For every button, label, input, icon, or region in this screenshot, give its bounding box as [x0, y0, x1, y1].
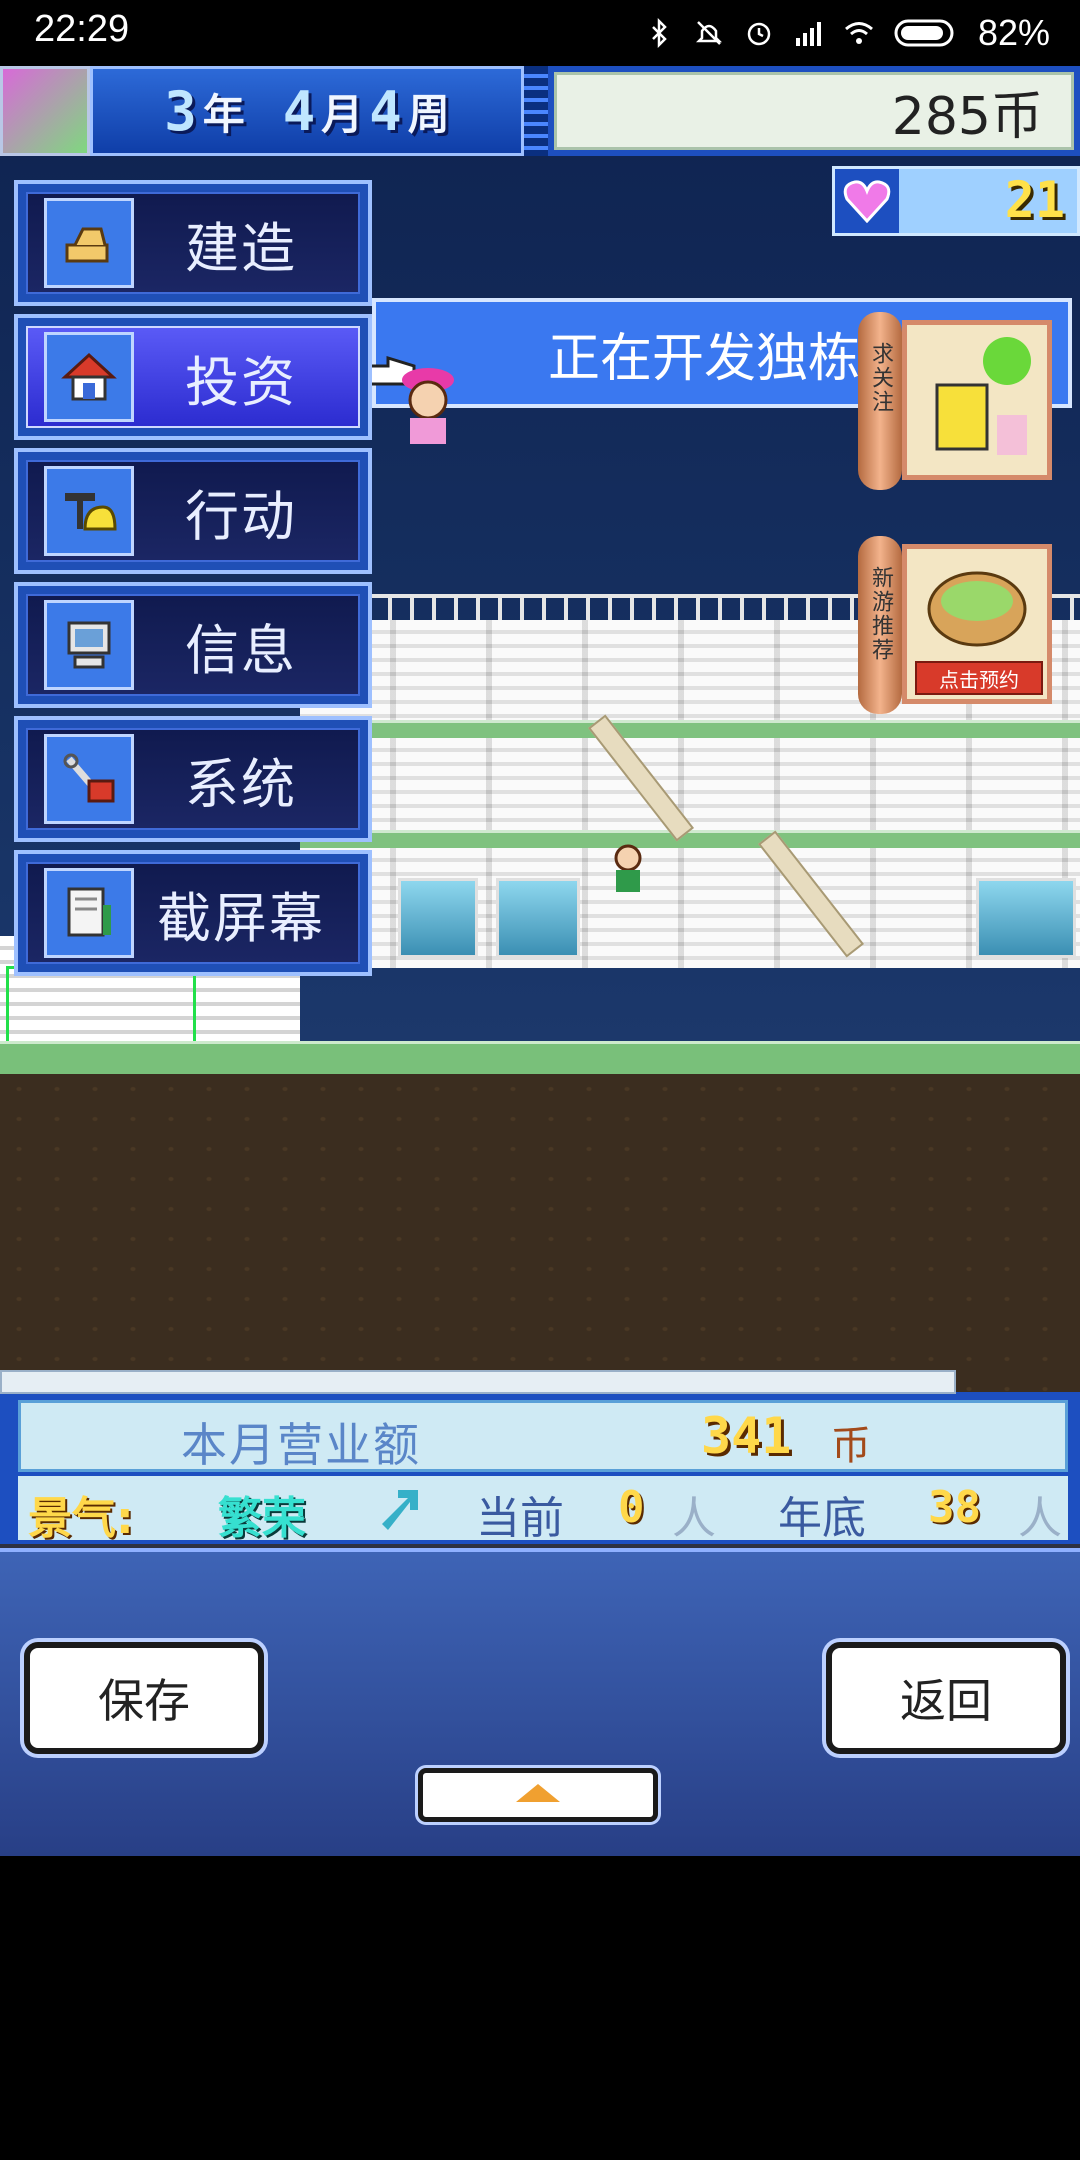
- avatar[interactable]: [0, 66, 90, 156]
- menu-build[interactable]: 建造: [14, 180, 372, 306]
- monthly-revenue-unit: 币: [831, 1423, 871, 1469]
- hearts-count: 21: [1004, 171, 1065, 229]
- scroll-roll: 求关注: [858, 312, 902, 490]
- new-game-ad[interactable]: 点击预约 新游推荐: [858, 536, 1054, 714]
- year-end-unit: 人: [1018, 1493, 1062, 1544]
- expand-button[interactable]: [418, 1768, 658, 1822]
- money-value: 285币: [554, 72, 1074, 150]
- follow-ad[interactable]: 求关注: [858, 312, 1054, 490]
- ground-strip: [0, 1041, 1080, 1074]
- glass-door: [496, 878, 580, 958]
- menu-label: 信息: [185, 618, 297, 682]
- glass-door: [398, 878, 478, 958]
- back-button[interactable]: 返回: [826, 1642, 1066, 1754]
- floor-2[interactable]: [300, 738, 1080, 830]
- character-sprite: [396, 366, 460, 446]
- menu-invest[interactable]: 投资: [14, 314, 372, 440]
- menu-info[interactable]: 信息: [14, 582, 372, 708]
- month-number: 4: [282, 79, 316, 143]
- mute-icon: [694, 18, 724, 48]
- ad-image: [902, 320, 1052, 480]
- monthly-revenue-value: 341: [701, 1407, 792, 1465]
- year-number: 3: [164, 79, 197, 143]
- glass-door: [976, 878, 1076, 958]
- current-label: 当前: [476, 1493, 564, 1544]
- hearts-display: 21: [832, 166, 1080, 236]
- computer-icon: [44, 600, 134, 690]
- hardhat-icon: [44, 466, 134, 556]
- wifi-icon: [844, 18, 874, 48]
- scroll-label: 求关注: [868, 342, 893, 414]
- mood-value: 繁荣: [218, 1493, 306, 1544]
- menu-label: 投资: [185, 350, 297, 414]
- current-unit: 人: [672, 1493, 716, 1544]
- month-unit: 月: [321, 89, 364, 139]
- selection-frame: [6, 966, 196, 1046]
- status-bar: 22:29 82%: [0, 0, 1080, 66]
- chevron-up-icon: [514, 1782, 562, 1808]
- economy-row: 景气: 繁荣 当前 0 人 年底 38 人: [18, 1476, 1068, 1544]
- menu-system[interactable]: 系统: [14, 716, 372, 842]
- reserve-label: 点击预约: [939, 667, 1019, 692]
- menu-label: 系统: [185, 752, 297, 816]
- build-icon: [44, 198, 134, 288]
- bottom-bar: 保存 返回: [0, 1548, 1080, 1856]
- battery-percent: 82%: [977, 12, 1050, 53]
- current-value: 0: [618, 1482, 645, 1533]
- monthly-revenue-row: 本月营业额 341 币: [18, 1400, 1068, 1472]
- menu-label: 截屏幕: [157, 886, 325, 950]
- info-tab: [0, 1370, 956, 1394]
- menu-label: 建造: [185, 216, 297, 280]
- info-panel: 本月营业额 341 币 景气: 繁荣 当前 0 人 年底 38 人: [0, 1370, 1080, 1544]
- monthly-revenue-label: 本月营业额: [181, 1418, 421, 1472]
- year-end-label: 年底: [778, 1493, 866, 1544]
- menu-label: 行动: [185, 484, 297, 548]
- week-unit: 周: [407, 89, 450, 139]
- scroll-label: 新游推荐: [868, 566, 893, 662]
- trend-up-icon: [374, 1482, 424, 1543]
- bluetooth-icon: [644, 17, 674, 49]
- alarm-icon: [744, 18, 774, 48]
- year-unit: 年: [202, 89, 245, 139]
- hud-divider: [524, 66, 548, 156]
- year-end-value: 38: [928, 1482, 981, 1533]
- reserve-button[interactable]: 点击预约: [915, 661, 1043, 695]
- worker-sprite: [606, 844, 650, 900]
- week-number: 4: [369, 79, 402, 143]
- battery-icon: [894, 18, 958, 48]
- heart-icon: [835, 169, 899, 233]
- status-time: 22:29: [34, 8, 130, 50]
- save-button[interactable]: 保存: [24, 1642, 264, 1754]
- menu-screenshot[interactable]: 截屏幕: [14, 850, 372, 976]
- ad-image: 点击预约: [902, 544, 1052, 704]
- signal-icon: [794, 18, 824, 48]
- date-display: 3 年 4 月 4 周: [90, 66, 524, 156]
- menu-action[interactable]: 行动: [14, 448, 372, 574]
- house-icon: [44, 332, 134, 422]
- tools-icon: [44, 734, 134, 824]
- mood-label: 景气:: [28, 1493, 134, 1544]
- status-icons: 82%: [644, 6, 1050, 60]
- scroll-roll: 新游推荐: [858, 536, 902, 714]
- money-display: 285币: [548, 66, 1080, 156]
- screenshot-icon: [44, 868, 134, 958]
- banner-text: 正在开发独栋: [548, 328, 861, 389]
